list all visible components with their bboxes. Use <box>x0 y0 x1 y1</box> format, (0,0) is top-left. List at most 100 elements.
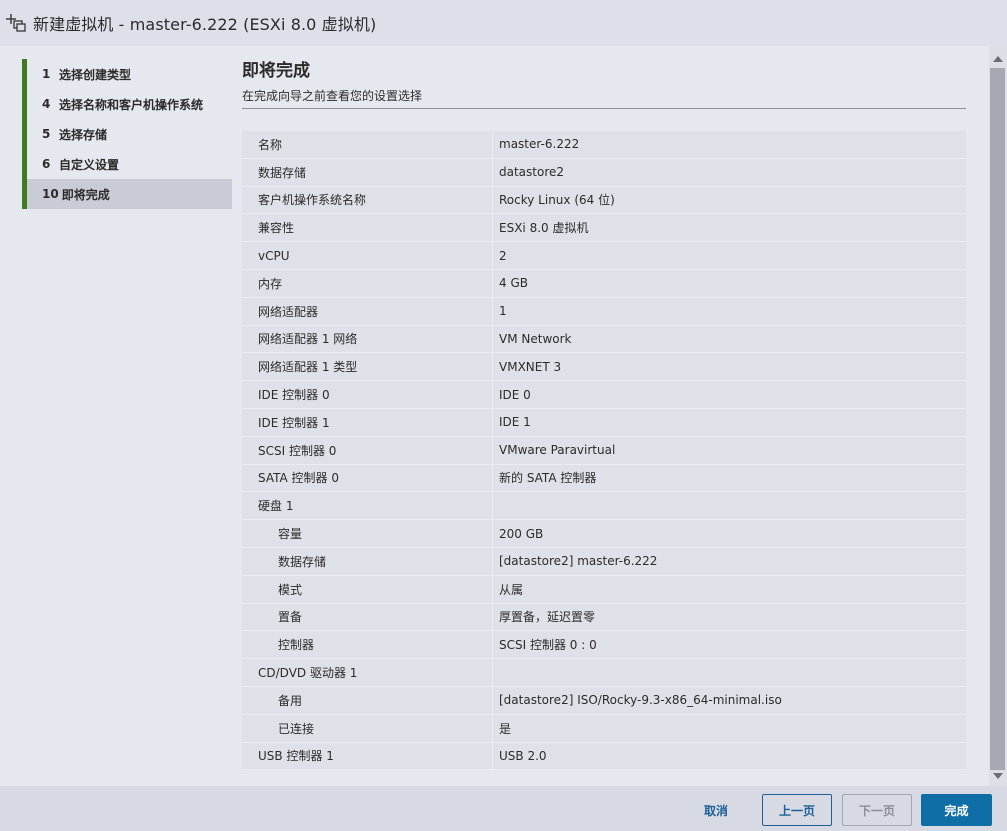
summary-key: 控制器 <box>242 631 493 659</box>
step-label: 即将完成 <box>61 187 110 202</box>
summary-value: VMware Paravirtual <box>499 443 616 458</box>
summary-value: 是 <box>499 721 512 736</box>
summary-value: 2 <box>499 248 507 263</box>
summary-key: 兼容性 <box>242 214 493 242</box>
wizard-steps: 1 选择创建类型 4 选择名称和客户机操作系统 5 选择存储 6 自定义设置 1… <box>0 46 232 786</box>
summary-key: 置备 <box>242 603 493 631</box>
summary-value: 4 GB <box>499 276 528 291</box>
summary-value: Rocky Linux (64 位) <box>499 193 615 208</box>
summary-row: 控制器 SCSI 控制器 0 : 0 <box>242 631 966 660</box>
summary-row: USB 控制器 1 USB 2.0 <box>242 742 966 771</box>
new-vm-icon <box>6 14 26 32</box>
step-label: 自定义设置 <box>59 157 120 172</box>
summary-key: 备用 <box>242 686 493 714</box>
summary-row: 内存 4 GB <box>242 269 966 298</box>
summary-key: 数据存储 <box>242 547 493 575</box>
summary-value: IDE 0 <box>499 387 531 402</box>
summary-row: 网络适配器 1 类型 VMXNET 3 <box>242 353 966 382</box>
summary-value: VM Network <box>499 331 572 346</box>
summary-key: 内存 <box>242 269 493 297</box>
dialog-titlebar: 新建虚拟机 - master-6.222 (ESXi 8.0 虚拟机) <box>0 0 1007 46</box>
summary-value: [datastore2] ISO/Rocky-9.3-x86_64-minima… <box>499 693 782 708</box>
summary-key: 客户机操作系统名称 <box>242 186 493 214</box>
vertical-scrollbar[interactable] <box>989 46 1007 786</box>
step-ready-to-complete[interactable]: 10 即将完成 <box>22 179 232 209</box>
summary-row: 名称 master-6.222 <box>242 131 966 159</box>
summary-row: CD/DVD 驱动器 1 <box>242 659 966 687</box>
scroll-thumb[interactable] <box>990 68 1005 770</box>
summary-value: SCSI 控制器 0 : 0 <box>499 638 597 653</box>
summary-row: 网络适配器 1 <box>242 297 966 326</box>
summary-key: 名称 <box>242 131 493 158</box>
summary-table: 名称 master-6.222 数据存储 datastore2 客户机操作系统名称 R… <box>242 131 966 771</box>
page-subtitle: 在完成向导之前查看您的设置选择 <box>242 89 423 103</box>
summary-value: 200 GB <box>499 526 544 541</box>
summary-row: 数据存储 datastore2 <box>242 158 966 187</box>
summary-row: 容量 200 GB <box>242 520 966 548</box>
step-label: 选择名称和客户机操作系统 <box>59 97 204 112</box>
summary-row: 置备 厚置备，延迟置零 <box>242 603 966 632</box>
summary-key: 模式 <box>242 575 493 603</box>
summary-key: 容量 <box>242 520 493 547</box>
page-title: 即将完成 <box>242 61 310 81</box>
summary-value: 厚置备，延迟置零 <box>499 610 596 625</box>
summary-key: IDE 控制器 1 <box>242 408 493 436</box>
summary-row: 模式 从属 <box>242 575 966 604</box>
summary-row: 网络适配器 1 网络 VM Network <box>242 325 966 354</box>
summary-row: 备用 [datastore2] ISO/Rocky-9.3-x86_64-mini… <box>242 686 966 715</box>
summary-key: SCSI 控制器 0 <box>242 436 493 464</box>
step-select-creation-type[interactable]: 1 选择创建类型 <box>22 59 232 89</box>
summary-key: 硬盘 1 <box>242 492 493 520</box>
previous-button[interactable]: 上一页 <box>762 794 832 826</box>
summary-value: 1 <box>499 304 507 319</box>
summary-value: datastore2 <box>499 165 565 180</box>
summary-key: SATA 控制器 0 <box>242 464 493 492</box>
summary-row: IDE 控制器 0 IDE 0 <box>242 381 966 409</box>
step-select-storage[interactable]: 5 选择存储 <box>22 119 232 149</box>
summary-row: IDE 控制器 1 IDE 1 <box>242 408 966 437</box>
summary-key: IDE 控制器 0 <box>242 381 493 408</box>
step-label: 选择存储 <box>59 127 108 142</box>
wizard-content: 即将完成 在完成向导之前查看您的设置选择 名称 master-6.222 数据存储… <box>232 46 989 786</box>
summary-value: IDE 1 <box>499 415 531 430</box>
summary-row: 兼容性 ESXi 8.0 虚拟机 <box>242 214 966 243</box>
summary-value: master-6.222 <box>499 137 580 152</box>
step-number: 4 <box>42 97 51 111</box>
summary-value: 从属 <box>499 582 524 597</box>
next-button[interactable]: 下一页 <box>842 794 912 826</box>
summary-key: 已连接 <box>242 714 493 742</box>
summary-value <box>493 659 966 686</box>
finish-button[interactable]: 完成 <box>921 794 992 826</box>
summary-row: SATA 控制器 0 新的 SATA 控制器 <box>242 464 966 493</box>
scroll-up-icon[interactable] <box>993 56 1003 62</box>
divider <box>242 108 966 109</box>
summary-row: 硬盘 1 <box>242 492 966 521</box>
cancel-button[interactable]: 取消 <box>689 794 743 826</box>
summary-value: 新的 SATA 控制器 <box>499 471 597 486</box>
summary-row: 已连接是 <box>242 714 966 743</box>
summary-value: USB 2.0 <box>499 748 547 763</box>
summary-key: 网络适配器 1 类型 <box>242 353 493 381</box>
summary-key: CD/DVD 驱动器 1 <box>242 659 493 686</box>
summary-key: 网络适配器 1 网络 <box>242 325 493 353</box>
summary-row: 客户机操作系统名称 Rocky Linux (64 位) <box>242 186 966 215</box>
dialog-footer: 取消 上一页 下一页 完成 <box>0 786 1007 831</box>
summary-key: 数据存储 <box>242 158 493 186</box>
summary-value <box>493 492 966 519</box>
step-customize-settings[interactable]: 6 自定义设置 <box>22 149 232 179</box>
step-label: 选择创建类型 <box>59 67 132 82</box>
scroll-down-icon[interactable] <box>993 773 1003 779</box>
summary-value: ESXi 8.0 虚拟机 <box>499 221 589 236</box>
summary-row: vCPU 2 <box>242 242 966 270</box>
step-select-name-os[interactable]: 4 选择名称和客户机操作系统 <box>22 89 232 119</box>
summary-key: vCPU <box>242 242 493 269</box>
summary-value: VMXNET 3 <box>499 359 562 374</box>
step-number: 10 <box>42 187 59 201</box>
summary-row: 数据存储 [datastore2] master-6.222 <box>242 547 966 576</box>
summary-value: [datastore2] master-6.222 <box>499 554 658 569</box>
step-number: 5 <box>42 127 51 141</box>
summary-row: SCSI 控制器 0 VMware Paravirtual <box>242 436 966 465</box>
step-number: 1 <box>42 67 51 81</box>
summary-key: USB 控制器 1 <box>242 742 493 770</box>
dialog-title: 新建虚拟机 - master-6.222 (ESXi 8.0 虚拟机) <box>33 15 377 34</box>
